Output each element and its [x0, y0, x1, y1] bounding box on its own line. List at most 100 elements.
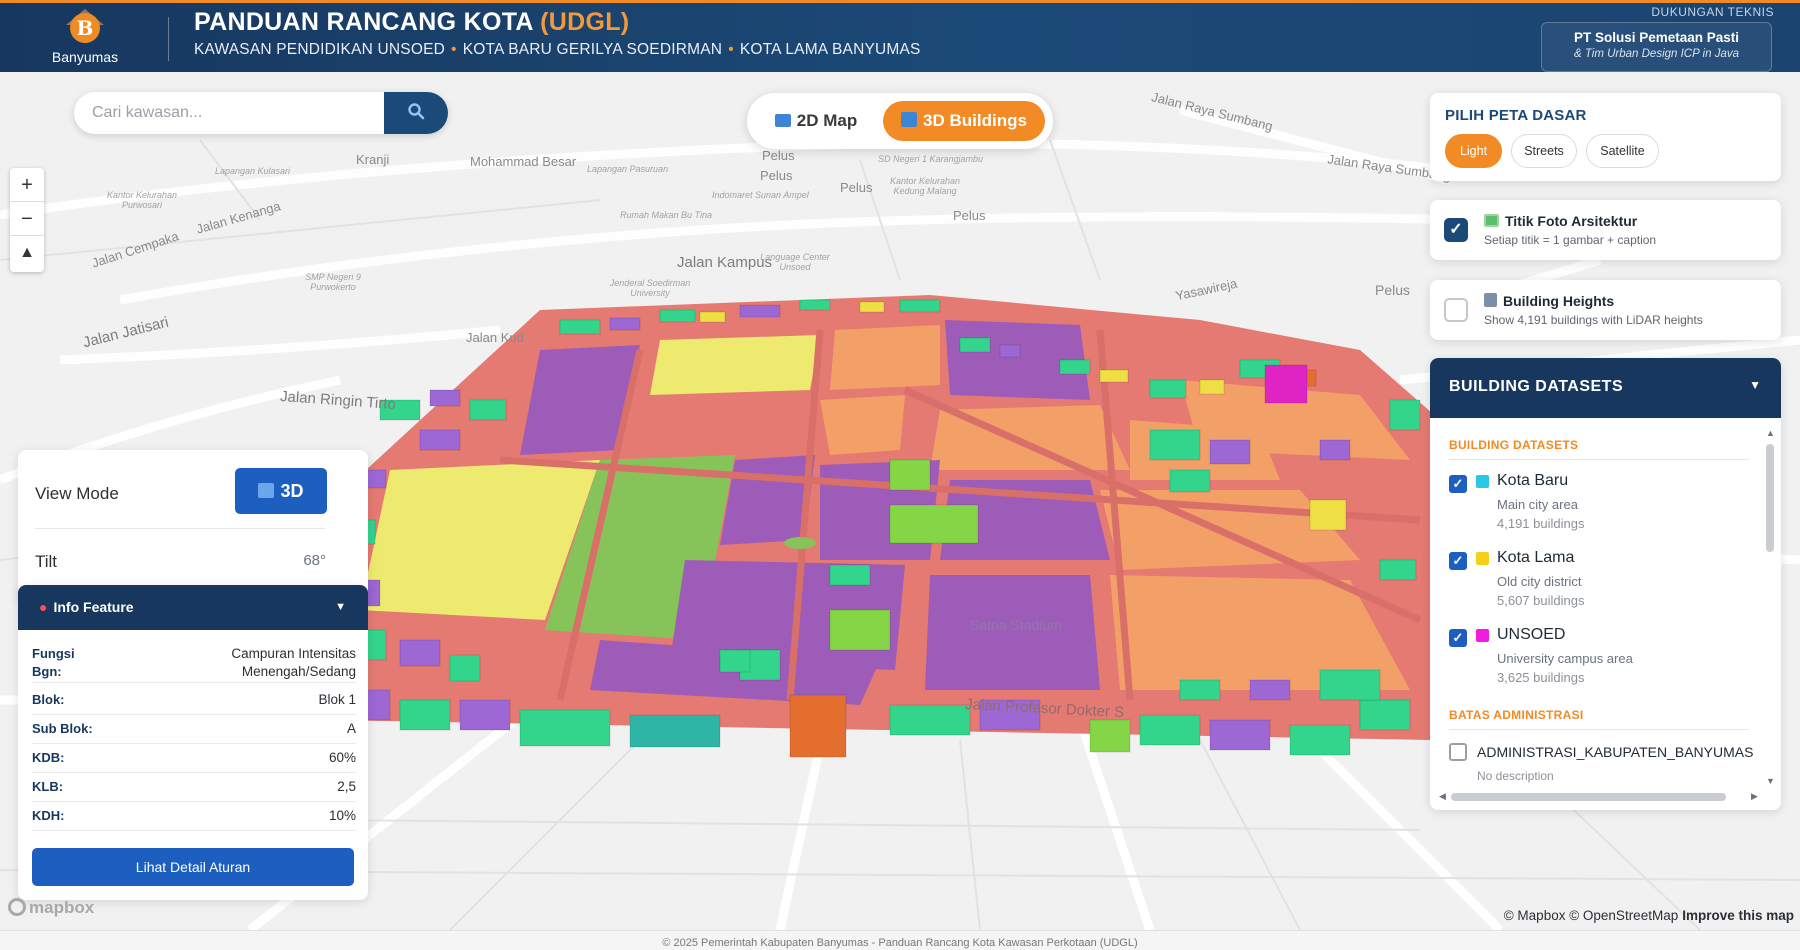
admin-layer-checkbox[interactable]	[1449, 743, 1467, 761]
dataset-desc: University campus area	[1497, 651, 1633, 666]
dataset-count: 4,191 buildings	[1497, 516, 1585, 531]
building-icon	[1484, 293, 1497, 307]
support-label: DUKUNGAN TEKNIS	[1651, 5, 1774, 19]
datasets-section-title: BUILDING DATASETS	[1449, 438, 1579, 452]
dataset-name: UNSOED	[1497, 626, 1566, 643]
view-rule-detail-button[interactable]: Lihat Detail Aturan	[32, 848, 354, 886]
dataset-color-swatch	[1476, 629, 1489, 642]
photo-points-title: Titik Foto Arsitektur	[1484, 213, 1637, 229]
info-value: Blok 1	[318, 692, 356, 707]
view-mode-3d-button[interactable]: 3D	[235, 468, 327, 514]
chevron-down-icon[interactable]: ▼	[1749, 378, 1761, 392]
mapbox-logo-icon	[8, 898, 26, 916]
scroll-up-icon[interactable]: ▲	[1766, 428, 1775, 438]
info-key: KLB:	[32, 779, 64, 794]
scroll-down-icon[interactable]: ▼	[1766, 776, 1775, 786]
poi-label: Language Center Unsoed	[760, 252, 830, 272]
scroll-thumb[interactable]	[1451, 793, 1726, 801]
dataset-count: 3,625 buildings	[1497, 670, 1585, 685]
vertical-scrollbar[interactable]: ▲ ▼	[1765, 428, 1775, 788]
map-attribution: © Mapbox © OpenStreetMap Improve this map	[1504, 908, 1794, 923]
map-icon	[774, 114, 791, 127]
logo-letter: B	[70, 13, 100, 43]
road-label: Jalan Kud	[466, 330, 524, 345]
dataset-item-unsoed[interactable]: ✓ UNSOED University campus area 3,625 bu…	[1449, 619, 1749, 689]
compass-button[interactable]: ▲	[10, 236, 44, 270]
logo-text: Banyumas	[51, 49, 119, 65]
view-mode-panel: View Mode 3D Tilt 68°	[18, 450, 368, 600]
mapbox-logo[interactable]: mapbox	[8, 898, 94, 918]
scroll-thumb[interactable]	[1766, 444, 1774, 552]
dataset-color-swatch	[1476, 552, 1489, 565]
search-button[interactable]	[384, 92, 448, 134]
place-label: Pelus	[762, 148, 795, 163]
improve-map-link[interactable]: Improve this map	[1682, 908, 1794, 923]
basemap-light-button[interactable]: Light	[1445, 134, 1502, 168]
chevron-down-icon[interactable]: ▼	[335, 601, 346, 613]
title-accent: (UDGL)	[540, 8, 630, 36]
photo-points-checkbox[interactable]: ✓	[1444, 218, 1468, 242]
building-heights-subtitle: Show 4,191 buildings with LiDAR heights	[1484, 313, 1703, 327]
poi-label: Indomaret Sunan Ampel	[712, 190, 809, 200]
dataset-desc: Main city area	[1497, 497, 1578, 512]
building-heights-checkbox[interactable]	[1444, 298, 1468, 322]
info-key: Sub Blok:	[32, 721, 93, 736]
info-row: Blok: Blok 1	[32, 686, 356, 715]
admin-layer-desc: No description	[1477, 769, 1554, 783]
place-label: Pelus	[1375, 282, 1411, 298]
subtitle-area-3: KOTA LAMA BANYUMAS	[739, 41, 921, 58]
attribution-text[interactable]: © Mapbox © OpenStreetMap	[1504, 908, 1678, 923]
scroll-left-icon[interactable]: ◀	[1439, 791, 1446, 802]
info-row: Fungsi Bgn: Campuran Intensitas Menengah…	[32, 641, 356, 683]
poi-label: Kantor Kelurahan Kedung Malang	[889, 176, 961, 196]
admin-section-title: BATAS ADMINISTRASI	[1449, 708, 1584, 722]
info-value: A	[346, 721, 356, 736]
place-label: Pelus	[840, 180, 873, 195]
poi-label: SD Negeri 1 Karangjambu	[878, 154, 984, 164]
banyumas-logo[interactable]: B Banyumas	[40, 9, 130, 69]
info-value: 2,5	[337, 779, 356, 794]
support-box: PT Solusi Pemetaan Pasti & Tim Urban Des…	[1541, 22, 1772, 72]
dataset-item-kota-baru[interactable]: ✓ Kota Baru Main city area 4,191 buildin…	[1449, 465, 1749, 535]
mode-3d-button[interactable]: 3D Buildings	[883, 101, 1045, 141]
dataset-name: Kota Baru	[1497, 472, 1569, 489]
header-divider	[168, 17, 169, 61]
pin-icon: ●	[39, 599, 48, 615]
mode-2d-button[interactable]: 2D Map	[761, 101, 871, 141]
photo-points-subtitle: Setiap titik = 1 gambar + caption	[1484, 233, 1657, 247]
support-team: & Tim Urban Design ICP in Java	[1573, 48, 1739, 60]
building-heights-title: Building Heights	[1484, 293, 1614, 309]
dataset-checkbox[interactable]: ✓	[1449, 475, 1467, 493]
place-label: Kranji	[356, 152, 390, 167]
building-heights-card: Building Heights Show 4,191 buildings wi…	[1430, 280, 1781, 340]
dataset-color-swatch	[1476, 475, 1489, 488]
info-key: Fungsi Bgn:	[32, 646, 75, 679]
poi-label: Lapangan Kulasari	[215, 166, 291, 176]
basemap-streets-button[interactable]: Streets	[1511, 134, 1577, 168]
page-title: PANDUAN RANCANG KOTA (UDGL)	[194, 8, 630, 36]
dataset-checkbox[interactable]: ✓	[1449, 552, 1467, 570]
info-value: Campuran Intensitas Menengah/Sedang	[231, 646, 356, 679]
zoom-in-button[interactable]: +	[10, 168, 44, 202]
zoom-out-button[interactable]: −	[10, 202, 44, 236]
support-company: PT Solusi Pemetaan Pasti	[1573, 30, 1740, 45]
poi-label: Rumah Makan Bu Tina	[620, 210, 712, 220]
search-bar	[74, 92, 448, 134]
datasets-header[interactable]: BUILDING DATASETS ▼	[1430, 358, 1781, 418]
info-row: KLB: 2,5	[32, 773, 356, 802]
search-input[interactable]	[92, 92, 392, 134]
horizontal-scrollbar[interactable]: ◀ ▶	[1439, 791, 1764, 802]
info-feature-panel: ● Info Feature ▼ Fungsi Bgn: Campuran Int…	[18, 585, 368, 900]
basemap-satellite-button[interactable]: Satellite	[1586, 134, 1659, 168]
dataset-checkbox[interactable]: ✓	[1449, 629, 1467, 647]
info-feature-header[interactable]: ● Info Feature ▼	[18, 585, 368, 630]
scroll-right-icon[interactable]: ▶	[1751, 791, 1758, 802]
place-label: Pelus	[760, 168, 793, 183]
dataset-count: 5,607 buildings	[1497, 593, 1585, 608]
divider	[35, 528, 325, 529]
place-label: Mohammad Besar	[470, 154, 577, 169]
dataset-item-kota-lama[interactable]: ✓ Kota Lama Old city district 5,607 buil…	[1449, 542, 1749, 612]
dataset-desc: Old city district	[1497, 574, 1582, 589]
poi-label: Jenderal Soedirman University	[609, 278, 691, 298]
building-icon	[258, 483, 275, 498]
